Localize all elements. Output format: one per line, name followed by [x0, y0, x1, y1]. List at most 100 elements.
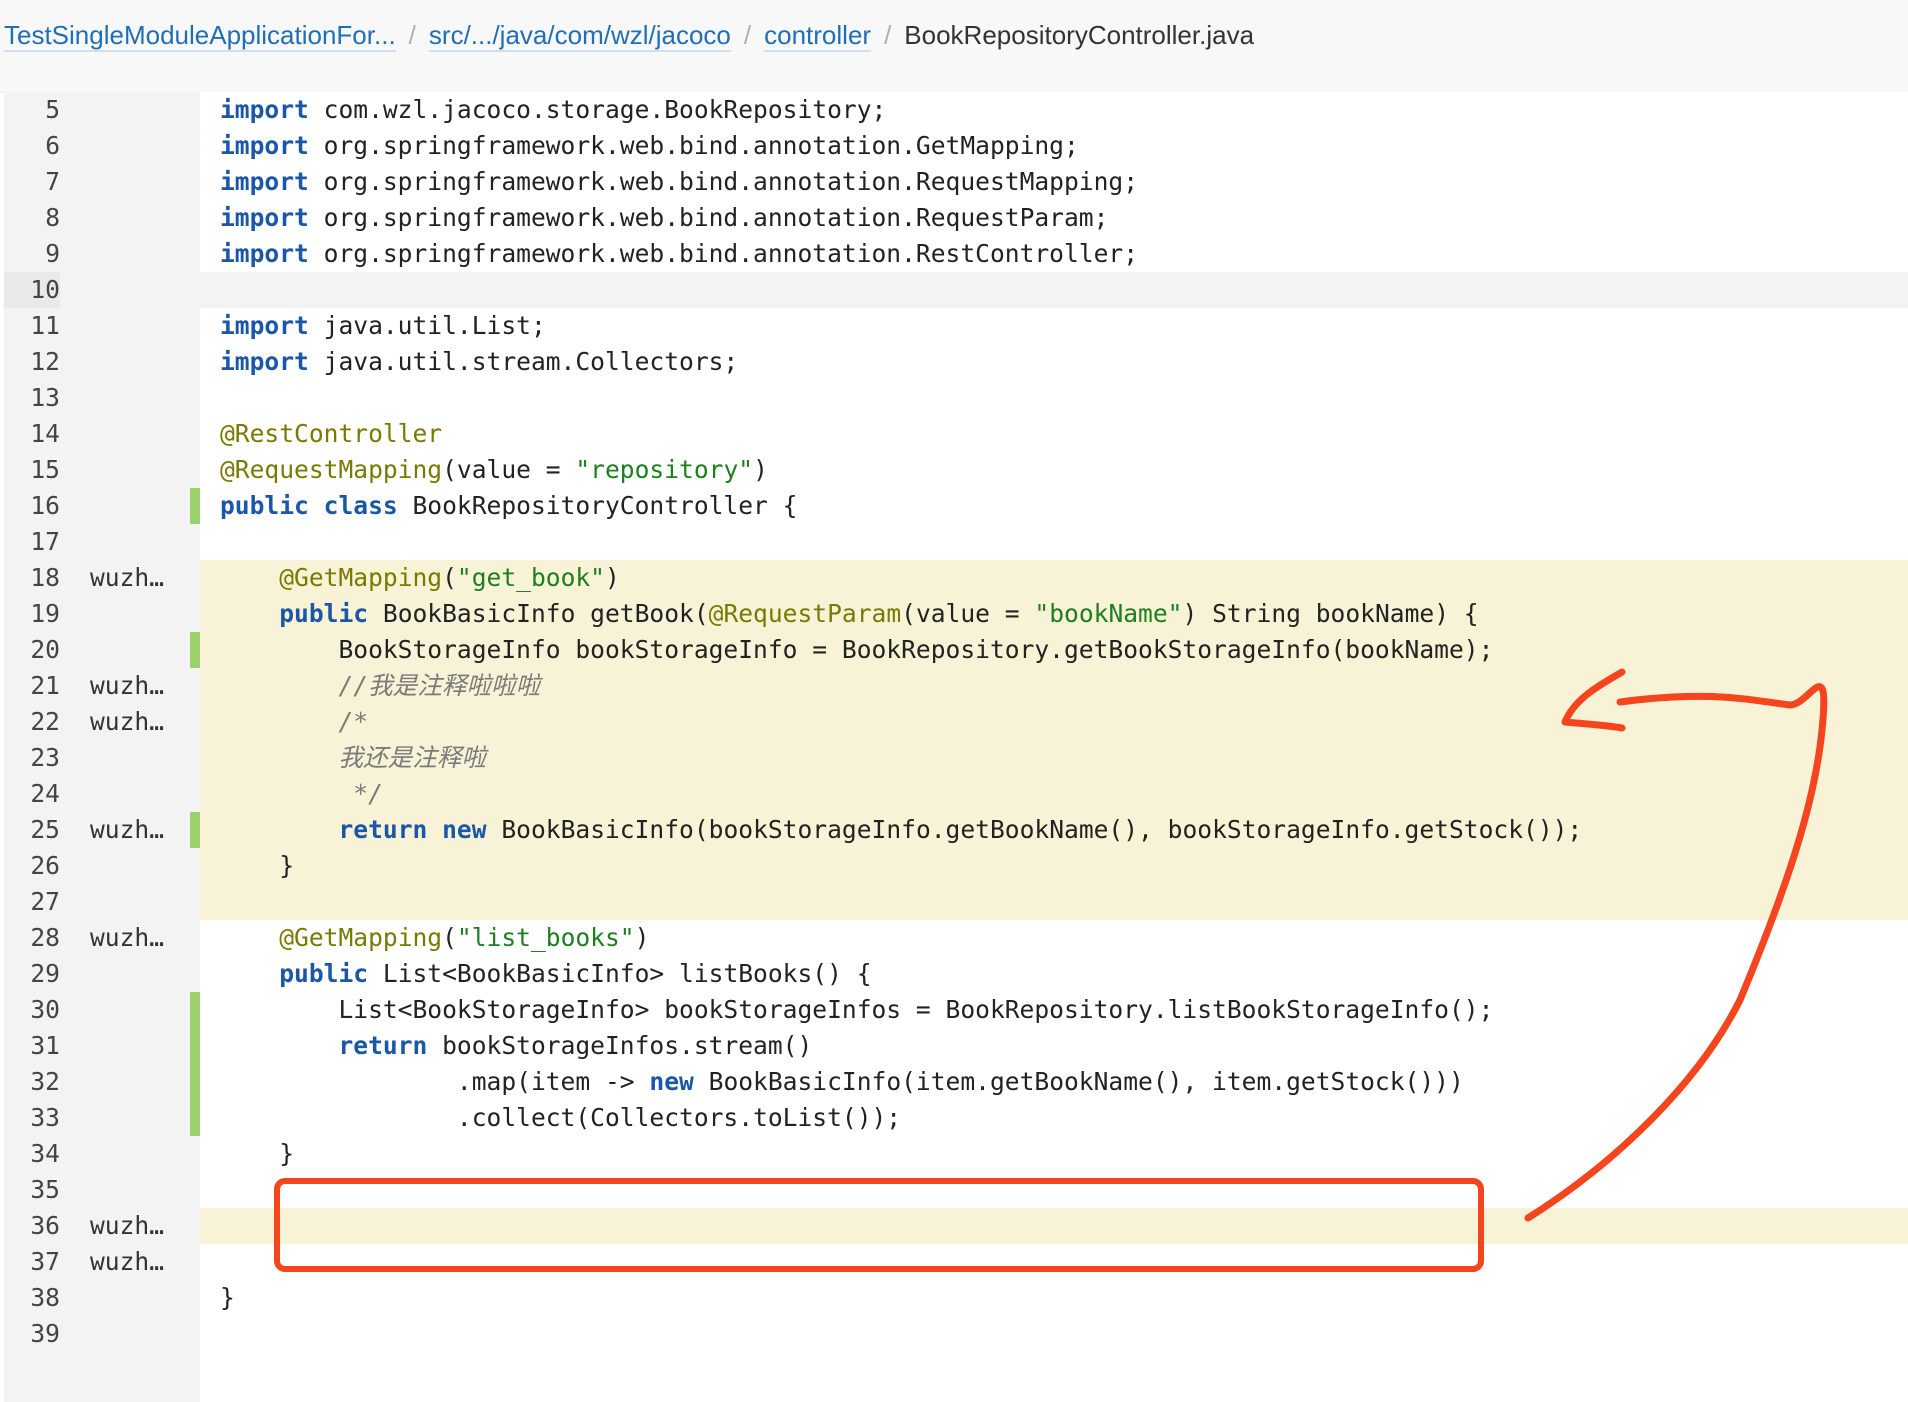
- blame-author[interactable]: [90, 524, 190, 560]
- blame-author[interactable]: wuzh…: [90, 812, 190, 848]
- blame-author[interactable]: [90, 308, 190, 344]
- code-line[interactable]: 37 wuzh…: [4, 1244, 1908, 1280]
- code-line[interactable]: 26 }: [4, 848, 1908, 884]
- blame-author[interactable]: [90, 1136, 190, 1172]
- change-marker: [190, 1064, 200, 1100]
- blame-author[interactable]: [90, 956, 190, 992]
- code-line[interactable]: 7 import org.springframework.web.bind.ann…: [4, 164, 1908, 200]
- code-line[interactable]: 19 public BookBasicInfo getBook(@Request…: [4, 596, 1908, 632]
- blame-author[interactable]: [90, 1064, 190, 1100]
- code-line[interactable]: 9 import org.springframework.web.bind.ann…: [4, 236, 1908, 272]
- blame-author[interactable]: [90, 1316, 190, 1352]
- code-line[interactable]: 32 .map(item -> new BookBasicInfo(item.g…: [4, 1064, 1908, 1100]
- keyword-token: import: [220, 347, 309, 376]
- code-text: */: [200, 776, 1908, 812]
- code-line[interactable]: 21 wuzh… //我是注释啦啦啦: [4, 668, 1908, 704]
- code-token: .collect(Collectors.toList());: [220, 1103, 902, 1132]
- blame-author[interactable]: [90, 344, 190, 380]
- keyword-token: public: [279, 599, 369, 628]
- keyword-token: import: [220, 131, 309, 160]
- blame-author[interactable]: [90, 452, 190, 488]
- code-line[interactable]: 25 wuzh… return new BookBasicInfo(bookSto…: [4, 812, 1908, 848]
- code-line[interactable]: 17: [4, 524, 1908, 560]
- code-line[interactable]: 5 import com.wzl.jacoco.storage.BookRepos…: [4, 92, 1908, 128]
- blame-author[interactable]: [90, 272, 190, 308]
- blame-author[interactable]: [90, 200, 190, 236]
- keyword-token: import: [220, 167, 309, 196]
- code-line[interactable]: 39: [4, 1316, 1908, 1352]
- line-number: 28: [4, 920, 60, 956]
- code-line[interactable]: 38}: [4, 1280, 1908, 1316]
- code-line[interactable]: 33 .collect(Collectors.toList());: [4, 1100, 1908, 1136]
- code-line[interactable]: 22 wuzh… /*: [4, 704, 1908, 740]
- blame-author[interactable]: wuzh…: [90, 668, 190, 704]
- blame-author[interactable]: [90, 164, 190, 200]
- blame-author[interactable]: wuzh…: [90, 1244, 190, 1280]
- code-line[interactable]: 11 import java.util.List;: [4, 308, 1908, 344]
- code-line[interactable]: 6 import org.springframework.web.bind.ann…: [4, 128, 1908, 164]
- code-line[interactable]: 29 public List<BookBasicInfo> listBooks(…: [4, 956, 1908, 992]
- blame-author[interactable]: [90, 416, 190, 452]
- breadcrumb-link-package[interactable]: src/.../java/com/wzl/jacoco: [428, 20, 731, 52]
- blame-author[interactable]: [90, 128, 190, 164]
- code-line[interactable]: 12 import java.util.stream.Collectors;: [4, 344, 1908, 380]
- code-line[interactable]: 20 BookStorageInfo bookStorageInfo = Boo…: [4, 632, 1908, 668]
- line-number: 21: [4, 668, 60, 704]
- code-line[interactable]: 34 }: [4, 1136, 1908, 1172]
- code-line[interactable]: 16 public class BookRepositoryController …: [4, 488, 1908, 524]
- blame-author[interactable]: [90, 992, 190, 1028]
- code-text: }: [200, 1280, 1908, 1316]
- blame-author[interactable]: [90, 776, 190, 812]
- blame-author[interactable]: [90, 740, 190, 776]
- code-line[interactable]: 27: [4, 884, 1908, 920]
- change-marker: [190, 632, 200, 668]
- blame-author[interactable]: [90, 380, 190, 416]
- blame-author[interactable]: [90, 1028, 190, 1064]
- blame-author[interactable]: [90, 1172, 190, 1208]
- blame-author[interactable]: [90, 1100, 190, 1136]
- code-token: ): [634, 923, 650, 952]
- change-marker: [190, 1100, 200, 1136]
- code-text: public class BookRepositoryController {: [200, 488, 1908, 524]
- code-token: (value =: [901, 599, 1035, 628]
- code-line[interactable]: 18 wuzh… @GetMapping("get_book"): [4, 560, 1908, 596]
- blame-author[interactable]: [90, 596, 190, 632]
- blame-author[interactable]: wuzh…: [90, 560, 190, 596]
- blame-author[interactable]: [90, 884, 190, 920]
- breadcrumb-separator: /: [884, 20, 892, 50]
- breadcrumb-link-project[interactable]: TestSingleModuleApplicationFor...: [4, 20, 396, 52]
- blame-author[interactable]: wuzh…: [90, 920, 190, 956]
- code-line[interactable]: 8 import org.springframework.web.bind.ann…: [4, 200, 1908, 236]
- blame-author[interactable]: [90, 632, 190, 668]
- code-line[interactable]: 31 return bookStorageInfos.stream(): [4, 1028, 1908, 1064]
- comment-token: /*: [338, 707, 369, 736]
- blame-author[interactable]: [90, 848, 190, 884]
- code-line[interactable]: 10: [4, 272, 1908, 308]
- code-line[interactable]: 28 wuzh… @GetMapping("list_books"): [4, 920, 1908, 956]
- line-number: 12: [4, 344, 60, 380]
- code-line[interactable]: 15 @RequestMapping(value = "repository"): [4, 452, 1908, 488]
- blame-author[interactable]: [90, 488, 190, 524]
- code-token: ) String bookName) {: [1182, 599, 1479, 628]
- code-line[interactable]: 13: [4, 380, 1908, 416]
- blame-author[interactable]: [90, 236, 190, 272]
- line-number: 22: [4, 704, 60, 740]
- code-line[interactable]: 35: [4, 1172, 1908, 1208]
- blame-author[interactable]: [90, 92, 190, 128]
- string-token: "bookName": [1034, 599, 1183, 628]
- code-line[interactable]: 36 wuzh…: [4, 1208, 1908, 1244]
- breadcrumb-link-controller[interactable]: controller: [764, 20, 872, 52]
- code-line[interactable]: 30 List<BookStorageInfo> bookStorageInfo…: [4, 992, 1908, 1028]
- blame-author[interactable]: wuzh…: [90, 1208, 190, 1244]
- blame-author[interactable]: [90, 1280, 190, 1316]
- code-line[interactable]: 14 @RestController: [4, 416, 1908, 452]
- blame-author[interactable]: wuzh…: [90, 704, 190, 740]
- code-line[interactable]: 23 我还是注释啦: [4, 740, 1908, 776]
- line-number: 13: [4, 380, 60, 416]
- code-line[interactable]: 24 */: [4, 776, 1908, 812]
